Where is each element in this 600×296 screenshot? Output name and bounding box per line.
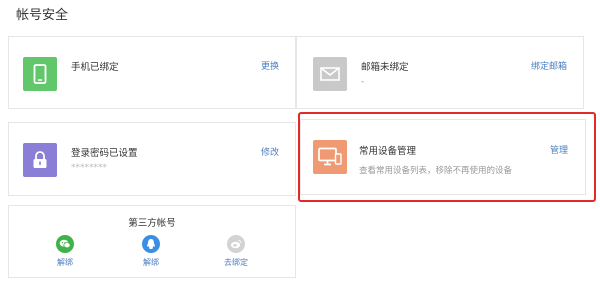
wechat-unbind-link[interactable]: 解绑 [45,257,85,268]
device-card-highlight [298,112,596,202]
weibo-bind-link[interactable]: 去绑定 [216,257,256,268]
wechat-account: 解绑 [45,235,85,268]
third-party-card: 第三方帐号 解绑 解绑 去绑定 [8,205,296,278]
qq-icon[interactable] [142,235,160,253]
change-phone-link[interactable]: 更换 [261,59,279,72]
wechat-icon[interactable] [56,235,74,253]
password-icon-box [23,143,57,177]
weibo-account: 去绑定 [216,235,256,268]
password-masked-value: ******** [71,163,107,173]
phone-icon-box [23,57,57,91]
password-card: 登录密码已设置 ******** 修改 [8,122,296,196]
change-password-link[interactable]: 修改 [261,145,279,158]
lock-icon [33,151,47,168]
phone-icon [33,64,47,84]
page-title: 帐号安全 [16,8,69,23]
qq-unbind-link[interactable]: 解绑 [131,257,171,268]
qq-account: 解绑 [131,235,171,268]
third-party-title: 第三方帐号 [128,218,176,229]
email-card: 邮箱未绑定 - 绑定邮箱 [296,36,584,109]
phone-status-title: 手机已绑定 [71,62,119,73]
email-status-title: 邮箱未绑定 [361,62,409,73]
phone-card: 手机已绑定 更换 [8,36,296,109]
bind-email-link[interactable]: 绑定邮箱 [531,59,567,72]
weibo-icon[interactable] [227,235,245,253]
password-status-title: 登录密码已设置 [71,148,138,159]
email-icon-box [313,57,347,91]
email-value: - [361,77,365,87]
mail-icon [320,67,340,81]
